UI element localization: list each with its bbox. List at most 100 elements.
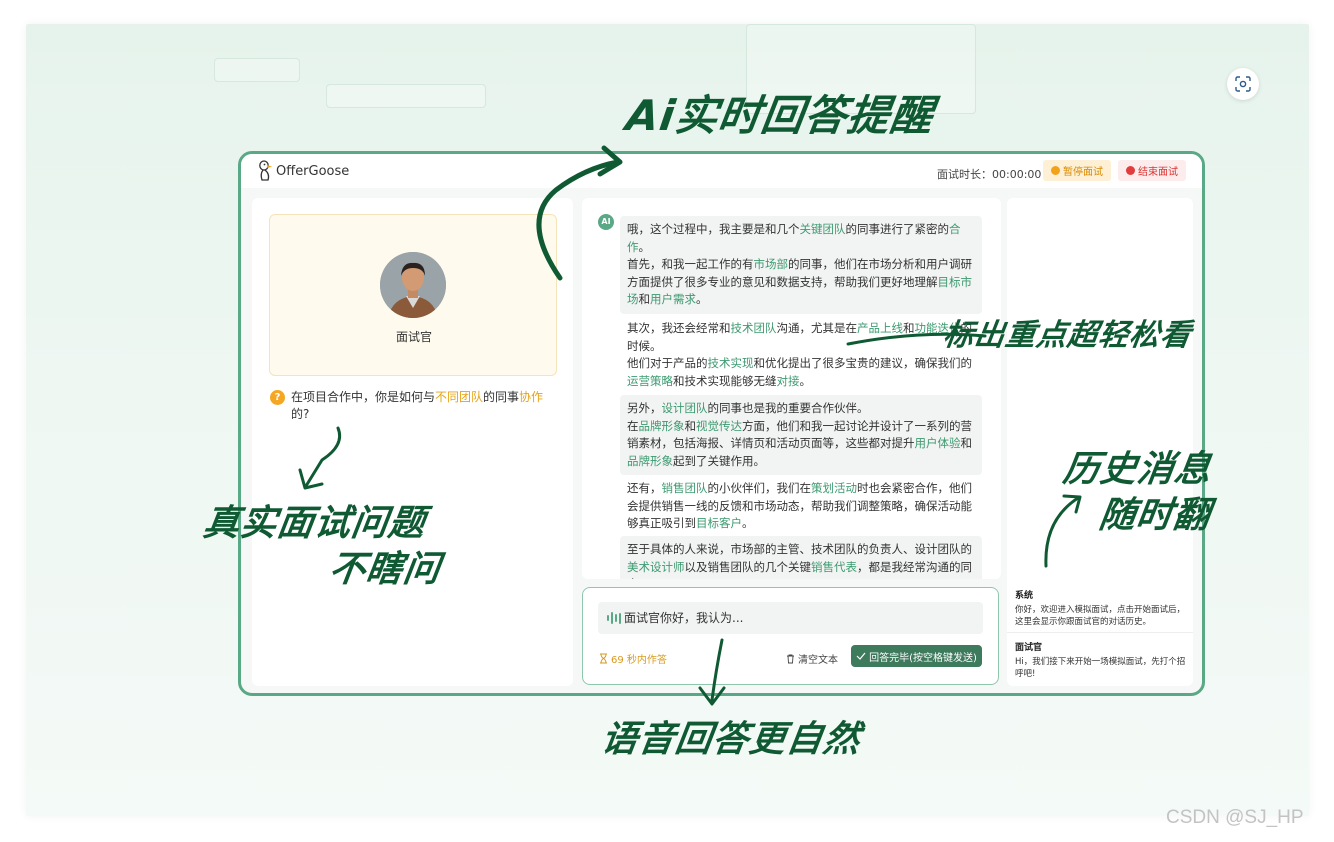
interviewer-panel: 面试官 ? 在项目合作中，你是如何与不同团队的同事协作的?	[252, 198, 573, 686]
keyword-highlight: 品牌形象	[638, 418, 685, 433]
question-keyword: 协作	[519, 390, 544, 404]
message-text: 起到了关键作用。	[673, 453, 765, 468]
message-text: 和	[960, 436, 973, 450]
keyword-highlight: 销售代表	[811, 559, 857, 574]
clear-label: 清空文本	[798, 655, 838, 666]
ai-message: 至于具体的人来说，市场部的主管、技术团队的负责人、设计团队的美术设计师以及销售团…	[620, 536, 982, 579]
keyword-highlight: 市场部	[753, 257, 789, 271]
message-text: 在	[627, 418, 639, 433]
message-text: 的同事也是我的重要合作伙伴。	[707, 401, 869, 415]
pause-label: 暂停面试	[1063, 167, 1103, 178]
clear-text-button[interactable]: 清空文本	[786, 651, 838, 666]
annotation-no-random: 不瞎问	[326, 549, 444, 590]
ai-message: 还有，销售团队的小伙伴们，我们在策划活动时也会紧密合作，他们会提供销售一线的反馈…	[620, 475, 982, 538]
scan-icon	[1235, 76, 1251, 92]
keyword-highlight: 美术设计师	[627, 559, 685, 574]
interviewer-avatar	[380, 252, 446, 318]
voice-wave-icon	[607, 612, 621, 624]
message-text: 其次，我还会经常和	[627, 321, 731, 335]
annotation-history: 历史消息	[1060, 449, 1215, 490]
question-keyword: 不同团队	[435, 390, 484, 404]
ai-badge-icon: AI	[598, 214, 614, 230]
message-text: 。	[696, 292, 708, 306]
annotation-ai-reminder: Ai实时回答提醒	[623, 91, 937, 140]
ghost-button	[214, 58, 300, 82]
annotation-real-question: 真实面试问题	[200, 503, 429, 544]
answer-text: 面试官你好，我认为...	[624, 611, 744, 625]
message-text: 另外，	[627, 401, 662, 415]
keyword-highlight: 视觉传达	[696, 418, 742, 433]
keyword-highlight: 用户需求	[650, 292, 696, 306]
message-text: 和技术实现能够无缝	[673, 373, 777, 388]
stage: OfferGoose 面试时长：00:00:00 暂停面试 结束面试 面试官 ?…	[0, 0, 1334, 842]
message-text: 他们对于产品的	[627, 356, 708, 370]
question-part: 的?	[291, 407, 310, 421]
answer-input[interactable]: 面试官你好，我认为...	[598, 602, 983, 634]
stop-icon	[1126, 166, 1135, 175]
logo-text: OfferGoose	[276, 163, 350, 179]
annotation-highlight: 标出重点超轻松看	[941, 318, 1194, 353]
hourglass-icon	[600, 653, 607, 664]
interview-question: ? 在项目合作中，你是如何与不同团队的同事协作的?	[270, 389, 560, 423]
end-interview-button[interactable]: 结束面试	[1118, 160, 1186, 181]
ai-message: 哦，这个过程中，我主要是和几个关键团队的同事进行了紧密的合作。 首先，和我一起工作…	[620, 216, 982, 314]
answer-countdown: 69 秒内作答	[599, 651, 667, 666]
ai-message: 其次，我还会经常和技术团队沟通，尤其是在产品上线和功能迭代的时候。 他们对于产品的…	[620, 315, 982, 395]
check-icon	[856, 652, 866, 660]
message-text: 。	[638, 239, 651, 254]
screenshot-scan-button[interactable]	[1227, 68, 1259, 100]
ai-answer-panel[interactable]: AI 哦，这个过程中，我主要是和几个关键团队的同事进行了紧密的合作。 首先，和我一…	[582, 198, 1001, 579]
keyword-highlight: 目标客户	[696, 516, 742, 530]
keyword-highlight: 用户体验	[914, 436, 961, 450]
voice-answer-area: 面试官你好，我认为... 69 秒内作答 清空文本 回答完毕(按空格键发送)	[582, 587, 999, 685]
app-window: OfferGoose 面试时长：00:00:00 暂停面试 结束面试 面试官 ?…	[238, 151, 1205, 696]
message-text: 以及销售团队的几个关键	[684, 559, 812, 574]
message-text: 沟通，尤其是在	[776, 321, 858, 335]
question-mark-icon: ?	[270, 390, 285, 405]
question-part: 的同事	[483, 390, 520, 404]
history-sender: 系统	[1015, 591, 1034, 601]
annotation-voice: 语音回答更自然	[598, 719, 864, 760]
question-part: 在项目合作中，你是如何与	[291, 390, 436, 404]
message-text: 首先，和我一起工作的有	[627, 257, 754, 271]
history-text: Hi，我们接下来开始一场模拟面试，先打个招呼吧!	[1015, 657, 1186, 679]
keyword-highlight: 策划活动	[811, 481, 857, 495]
message-text: 哦，这个过程中，我主要是和几个	[627, 222, 800, 236]
message-text: 至于具体的人来说，市场部的主管、技术团队的负责人、设计团队的	[627, 542, 972, 556]
history-divider	[1007, 632, 1193, 633]
top-bar: OfferGoose 面试时长：00:00:00 暂停面试 结束面试	[241, 154, 1202, 188]
pause-icon	[1051, 166, 1060, 175]
message-text: 和优化提出了很多宝贵的建议，确保我们的	[753, 356, 973, 370]
ai-message: 另外，设计团队的同事也是我的重要合作伙伴。 在品牌形象和视觉传达方面，他们和我一起…	[620, 395, 982, 475]
countdown-label: 69 秒内作答	[611, 655, 667, 666]
keyword-highlight: 设计团队	[661, 401, 708, 415]
message-text: 。	[742, 516, 754, 530]
submit-answer-button[interactable]: 回答完毕(按空格键发送)	[851, 645, 982, 667]
message-text: 的同事进行了紧密的	[845, 222, 950, 236]
message-text: 和	[684, 418, 697, 433]
history-item: 系统 你好，欢迎进入模拟面试，点击开始面试后，这里会显示你跟面试官的对话历史。	[1015, 590, 1187, 628]
submit-label: 回答完毕(按空格键发送)	[869, 652, 977, 664]
trash-icon	[787, 654, 794, 663]
goose-logo-icon	[259, 160, 272, 181]
message-text: 和	[638, 292, 651, 306]
watermark: CSDN @SJ_HP	[1166, 807, 1304, 828]
keyword-highlight: 技术团队	[730, 321, 777, 335]
message-text: 。	[799, 373, 812, 388]
interview-timer: 面试时长：00:00:00	[937, 168, 1042, 181]
logo: OfferGoose	[257, 160, 349, 182]
history-text: 你好，欢迎进入模拟面试，点击开始面试后，这里会显示你跟面试官的对话历史。	[1015, 605, 1186, 627]
keyword-highlight: 销售团队	[661, 481, 708, 495]
message-text: 的小伙伴们，我们在	[707, 481, 812, 495]
interviewer-card: 面试官	[269, 214, 557, 376]
keyword-highlight: 品牌形象	[627, 453, 673, 468]
ghost-tab	[326, 84, 486, 108]
interviewer-label: 面试官	[395, 330, 432, 344]
pause-interview-button[interactable]: 暂停面试	[1043, 160, 1111, 181]
keyword-highlight: 技术实现	[707, 356, 754, 370]
message-text: 和	[903, 321, 915, 335]
keyword-highlight: 关键团队	[799, 222, 846, 236]
keyword-highlight: 产品上线	[857, 321, 903, 335]
message-text: 还有，	[627, 481, 662, 495]
keyword-highlight: 运营策略	[627, 373, 673, 388]
